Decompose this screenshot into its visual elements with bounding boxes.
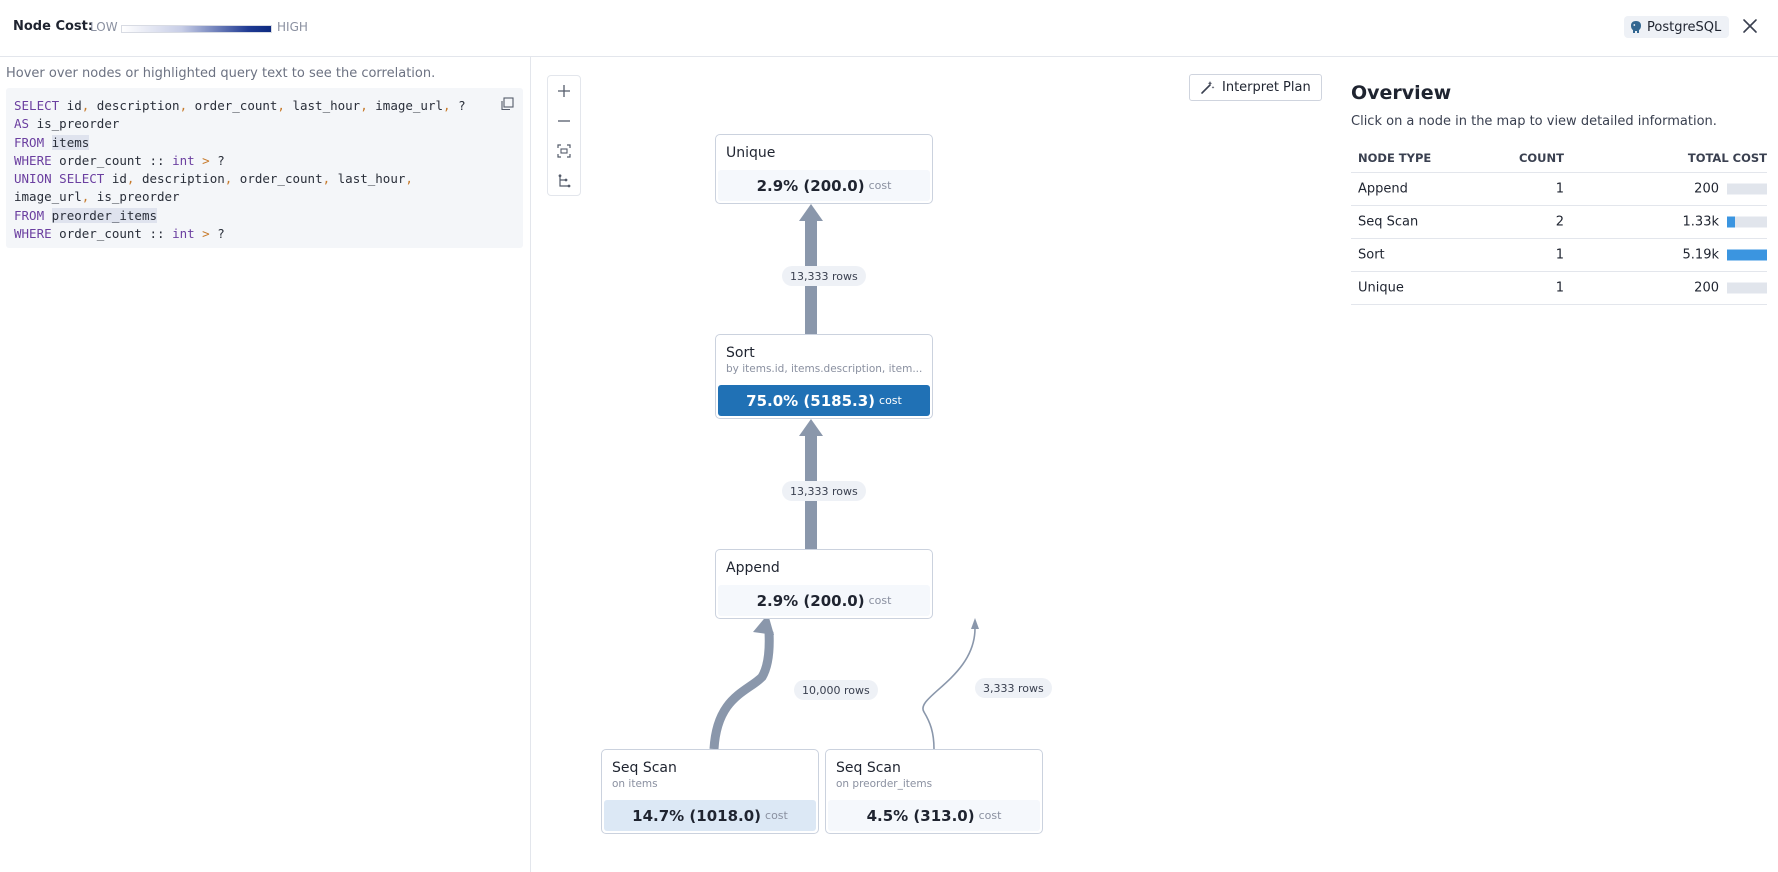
row-count: 2 xyxy=(1555,214,1564,230)
node-cost-label: Node Cost: xyxy=(13,19,94,34)
node-subtitle: on items xyxy=(612,778,658,790)
sql-line-7: FROM preorder_items xyxy=(14,207,157,223)
postgresql-elephant-icon xyxy=(1631,21,1641,33)
node-cost-unit: cost xyxy=(765,809,788,822)
plan-node-sort[interactable]: Sort by items.id, items.description, ite… xyxy=(715,334,933,419)
edge-label-items-to-append: 10,000 rows xyxy=(794,680,878,700)
arrow-head-sort xyxy=(799,419,823,436)
close-icon[interactable] xyxy=(1740,16,1760,36)
row-total-cost: 200 xyxy=(1694,280,1719,296)
table-header: NODE TYPE COUNT TOTAL COST xyxy=(1351,143,1767,173)
node-cost-bar: 4.5% (313.0) cost xyxy=(828,800,1040,831)
cost-high-label: HIGH xyxy=(277,20,308,34)
node-title: Sort xyxy=(726,345,755,361)
query-panel: Hover over nodes or highlighted query te… xyxy=(0,57,531,872)
edge-items-to-append xyxy=(709,631,774,750)
node-title: Append xyxy=(726,560,780,576)
node-title: Unique xyxy=(726,145,776,161)
cost-bar xyxy=(1727,183,1767,195)
node-cost-value: 4.5% (313.0) xyxy=(866,806,975,825)
node-cost-bar: 75.0% (5185.3) cost xyxy=(718,385,930,416)
node-cost-unit: cost xyxy=(868,179,892,192)
node-cost-bar: 2.9% (200.0) cost xyxy=(718,585,930,616)
edge-preorder-to-append-line xyxy=(922,626,976,750)
edge-label-preorder-to-append: 3,333 rows xyxy=(975,678,1052,698)
plan-node-seq-scan-items[interactable]: Seq Scan on items 14.7% (1018.0) cost xyxy=(601,749,819,834)
cost-bar xyxy=(1727,249,1767,261)
node-cost-bar: 14.7% (1018.0) cost xyxy=(604,800,816,831)
table-row[interactable]: Unique 1 200 xyxy=(1351,272,1767,305)
sql-line-3: FROM items xyxy=(14,134,90,150)
top-bar: Node Cost: LOW HIGH PostgreSQL xyxy=(0,0,1778,57)
overview-panel: Overview Click on a node in the map to v… xyxy=(1334,57,1778,872)
node-type-table: NODE TYPE COUNT TOTAL COST Append 1 200 … xyxy=(1351,143,1767,305)
node-cost-unit: cost xyxy=(978,809,1002,822)
overview-description: Click on a node in the map to view detai… xyxy=(1351,114,1717,129)
node-title: Seq Scan xyxy=(612,760,677,776)
row-node-type: Unique xyxy=(1358,280,1404,296)
node-subtitle: by items.id, items.description, item... xyxy=(726,363,923,375)
sql-line-1: SELECT id, description, order_count, las… xyxy=(14,98,466,113)
sql-line-5: UNION SELECT id, description, order_coun… xyxy=(14,171,413,187)
node-cost-value: 14.7% (1018.0) xyxy=(632,806,762,825)
copy-icon[interactable] xyxy=(500,97,514,111)
plan-node-unique[interactable]: Unique 2.9% (200.0) cost xyxy=(715,134,933,204)
row-total-cost: 5.19k xyxy=(1682,247,1719,263)
cost-bar xyxy=(1727,216,1767,228)
cost-low-label: LOW xyxy=(90,20,118,34)
cost-gradient-legend xyxy=(121,25,272,33)
sql-line-4: WHERE order_count :: int > ? xyxy=(14,152,225,168)
sql-line-2: AS is_preorder xyxy=(14,116,120,132)
database-badge: PostgreSQL xyxy=(1624,16,1730,38)
column-header-node-type: NODE TYPE xyxy=(1358,150,1432,165)
row-node-type: Seq Scan xyxy=(1358,214,1419,230)
sql-query-block: SELECT id, description, order_count, las… xyxy=(6,88,523,248)
overview-title: Overview xyxy=(1351,82,1452,104)
node-cost-value: 75.0% (5185.3) xyxy=(746,391,876,410)
node-title: Seq Scan xyxy=(836,760,901,776)
row-node-type: Append xyxy=(1358,181,1408,197)
row-count: 1 xyxy=(1555,181,1564,197)
node-subtitle: on preorder_items xyxy=(836,778,933,790)
node-cost-unit: cost xyxy=(868,594,892,607)
cost-bar-fill xyxy=(1727,249,1767,261)
node-cost-unit: cost xyxy=(879,394,902,407)
plan-node-seq-scan-preorder-items[interactable]: Seq Scan on preorder_items 4.5% (313.0) … xyxy=(825,749,1043,834)
node-cost-bar: 2.9% (200.0) cost xyxy=(718,170,930,201)
cost-bar-fill xyxy=(1727,216,1735,228)
column-header-count: COUNT xyxy=(1518,150,1564,165)
edge-label-sort-to-unique: 13,333 rows xyxy=(782,266,866,286)
row-total-cost: 200 xyxy=(1694,181,1719,197)
sql-line-6: image_url, is_preorder xyxy=(14,189,180,205)
database-name: PostgreSQL xyxy=(1647,19,1722,35)
plan-map[interactable]: Interpret Plan 13,333 rows 13,333 rows 1… xyxy=(532,57,1333,872)
row-node-type: Sort xyxy=(1358,247,1385,263)
row-count: 1 xyxy=(1555,280,1564,296)
node-cost-value: 2.9% (200.0) xyxy=(756,176,865,195)
correlation-hint: Hover over nodes or highlighted query te… xyxy=(6,66,436,81)
table-row[interactable]: Sort 1 5.19k xyxy=(1351,239,1767,272)
column-header-total-cost: TOTAL COST xyxy=(1687,150,1767,165)
arrow-head-unique xyxy=(799,204,823,221)
sql-line-8: WHERE order_count :: int > ? xyxy=(14,226,225,242)
edge-label-append-to-sort: 13,333 rows xyxy=(782,481,866,501)
row-count: 1 xyxy=(1555,247,1564,263)
row-total-cost: 1.33k xyxy=(1682,214,1719,230)
cost-bar xyxy=(1727,282,1767,294)
node-cost-value: 2.9% (200.0) xyxy=(756,591,865,610)
plan-node-append[interactable]: Append 2.9% (200.0) cost xyxy=(715,549,933,619)
table-row[interactable]: Append 1 200 xyxy=(1351,173,1767,206)
table-row[interactable]: Seq Scan 2 1.33k xyxy=(1351,206,1767,239)
